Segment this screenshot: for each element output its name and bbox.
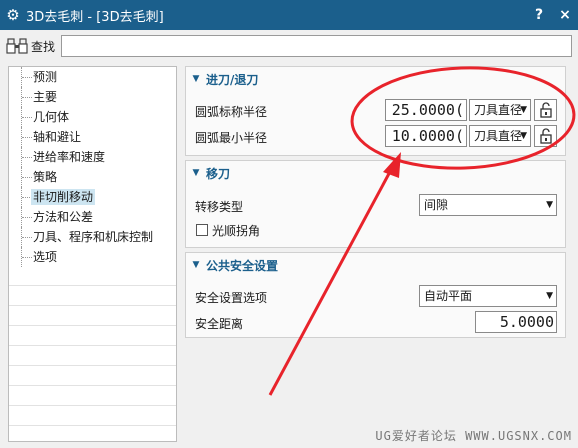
window-title: 3D去毛刺 - [3D去毛刺] [26, 9, 164, 25]
tree-item-forecast[interactable]: 预测 [9, 67, 176, 87]
tree-item-axis-avoidance[interactable]: 轴和避让 [9, 127, 176, 147]
chevron-down-icon: ▼ [546, 291, 553, 301]
find-input[interactable] [61, 35, 573, 57]
tree-item-label: 策略 [33, 170, 58, 184]
tree-empty-row [9, 327, 176, 346]
section-title: 移刀 [206, 166, 231, 181]
safety-distance-input[interactable]: 5.0000 [475, 311, 557, 333]
section-title: 公共安全设置 [206, 258, 279, 273]
nominal-radius-lock-button[interactable] [534, 99, 557, 121]
tree-item-label: 方法和公差 [33, 210, 94, 224]
collapse-triangle-icon[interactable]: ▼ [186, 260, 206, 270]
tree-connector [17, 87, 32, 107]
unlock-icon [539, 102, 552, 118]
nominal-radius-unit-select[interactable]: 刀具直径 ▼ [469, 99, 531, 121]
tree-connector [17, 127, 32, 147]
find-bar: 查找 [0, 30, 578, 62]
tree-item-main[interactable]: 主要 [9, 87, 176, 107]
tree-empty-row [9, 407, 176, 426]
tree-item-label: 非切削移动 [31, 189, 96, 205]
tree-empty-row [9, 267, 176, 286]
chevron-down-icon: ▼ [546, 200, 553, 210]
tree-item-label: 预测 [33, 70, 58, 84]
min-radius-input[interactable]: 10.0000( [385, 125, 467, 147]
min-radius-label: 圆弧最小半径 [195, 131, 268, 145]
safety-option-label: 安全设置选项 [195, 291, 268, 305]
min-radius-unit-select[interactable]: 刀具直径 ▼ [469, 125, 531, 147]
transfer-type-label: 转移类型 [195, 200, 244, 214]
tree-item-label: 轴和避让 [33, 130, 82, 144]
tree-item-method-tolerance[interactable]: 方法和公差 [9, 207, 176, 227]
title-bar: ⚙ 3D去毛刺 - [3D去毛刺] ? × [0, 0, 578, 30]
section-title: 进刀/退刀 [206, 72, 259, 87]
tree-connector [17, 167, 32, 187]
tree-item-label: 主要 [33, 90, 58, 104]
tree-empty-row [9, 307, 176, 326]
safety-panel: ▼ 公共安全设置 安全设置选项 自动平面 ▼ 安全距离 5.0000 [185, 252, 566, 338]
tree-item-label: 选项 [33, 250, 58, 264]
tree-empty-row [9, 367, 176, 386]
gear-icon[interactable]: ⚙ [0, 6, 26, 24]
min-radius-lock-button[interactable] [534, 125, 557, 147]
tree-item-tool-program-machine[interactable]: 刀具、程序和机床控制 [9, 227, 176, 247]
transfer-panel: ▼ 移刀 转移类型 间隙 ▼ 光顺拐角 [185, 160, 566, 248]
tree-connector [17, 67, 32, 87]
tree-item-non-cutting-moves[interactable]: 非切削移动 [9, 187, 176, 207]
tree-connector [17, 187, 32, 207]
tree-connector [17, 207, 32, 227]
tree-empty-row [9, 287, 176, 306]
close-button[interactable]: × [552, 7, 578, 23]
tree-item-label: 几何体 [33, 110, 70, 124]
tree-empty-row [9, 347, 176, 366]
smooth-corner-label: 光顺拐角 [212, 224, 261, 238]
transfer-type-value: 间隙 [424, 198, 449, 212]
navigation-tree: 预测 主要 几何体 轴和避让 进给率和速度 策略 非切削移动 方法和公差 刀具、… [8, 66, 177, 442]
transfer-type-select[interactable]: 间隙 ▼ [419, 194, 557, 216]
tree-connector [17, 247, 32, 267]
collapse-triangle-icon[interactable]: ▼ [186, 168, 206, 178]
tree-connector [17, 227, 32, 247]
unit-value: 刀具直径 [474, 103, 523, 117]
chevron-down-icon: ▼ [520, 131, 527, 141]
tree-empty-row [9, 387, 176, 406]
help-button[interactable]: ? [526, 7, 552, 23]
unit-value: 刀具直径 [474, 129, 523, 143]
tree-item-strategy[interactable]: 策略 [9, 167, 176, 187]
tree-item-options[interactable]: 选项 [9, 247, 176, 267]
tree-item-label: 进给率和速度 [33, 150, 106, 164]
tree-item-label: 刀具、程序和机床控制 [33, 230, 154, 244]
find-label: 查找 [31, 39, 56, 54]
watermark-text: UG爱好者论坛 WWW.UGSNX.COM [375, 429, 572, 443]
engage-retract-panel: ▼ 进刀/退刀 圆弧标称半径 25.0000( 刀具直径 ▼ 圆弧最小半径 10… [185, 66, 566, 156]
tree-item-geometry[interactable]: 几何体 [9, 107, 176, 127]
safety-option-value: 自动平面 [424, 289, 473, 303]
chevron-down-icon: ▼ [520, 105, 527, 115]
safety-header[interactable]: ▼ 公共安全设置 [186, 253, 565, 277]
tree-connector [17, 107, 32, 127]
collapse-triangle-icon[interactable]: ▼ [186, 74, 206, 84]
nominal-radius-label: 圆弧标称半径 [195, 105, 268, 119]
unlock-icon [539, 128, 552, 144]
nominal-radius-input[interactable]: 25.0000( [385, 99, 467, 121]
tree-connector [17, 147, 32, 167]
safety-distance-label: 安全距离 [195, 317, 244, 331]
safety-option-select[interactable]: 自动平面 ▼ [419, 285, 557, 307]
transfer-header[interactable]: ▼ 移刀 [186, 161, 565, 185]
engage-retract-header[interactable]: ▼ 进刀/退刀 [186, 67, 565, 91]
tree-item-feeds-speeds[interactable]: 进给率和速度 [9, 147, 176, 167]
binoculars-icon [6, 37, 28, 55]
smooth-corner-checkbox[interactable] [196, 224, 208, 236]
